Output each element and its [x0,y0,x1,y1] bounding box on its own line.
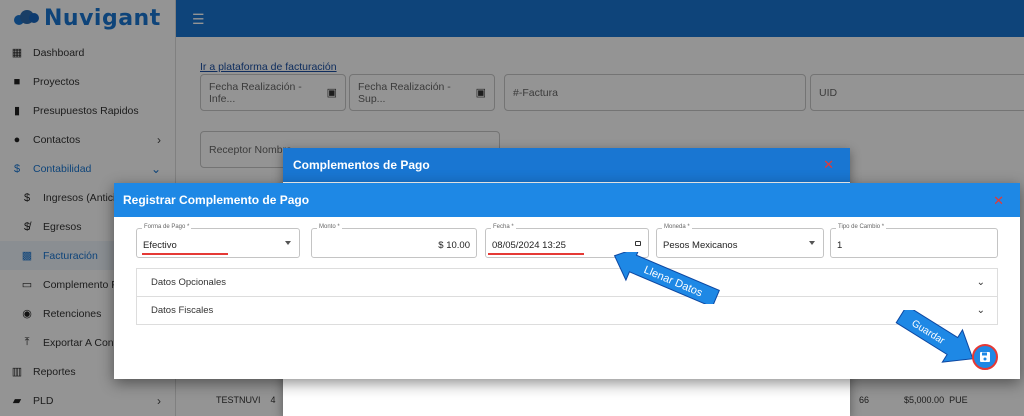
guardar-annotation: Guardar [895,310,974,363]
llenar-datos-annotation: Llenar Datos [613,252,720,304]
dropdown-arrow-icon [285,241,291,245]
field-label: Monto * [317,224,342,230]
field-value: Pesos Mexicanos [663,240,738,251]
field-label: Moneda * [662,224,692,230]
field-label: Fecha * [491,224,516,230]
datos-opcionales-accordion[interactable]: Datos Opcionales ⌄ [136,268,998,297]
accordion-label: Datos Fiscales [151,305,214,316]
dropdown-arrow-icon [809,241,815,245]
datos-fiscales-accordion[interactable]: Datos Fiscales ⌄ [136,296,998,325]
field-label: Tipo de Cambio * [836,224,887,230]
field-value: 08/05/2024 13:25 [492,240,566,251]
chevron-down-icon[interactable]: ⌄ [977,277,985,288]
close-icon[interactable]: ✕ [993,193,1004,209]
dialog-title: Complementos de Pago [283,148,850,182]
floppy-disk-icon [980,352,990,362]
close-icon[interactable]: ✕ [823,157,834,173]
monto-input[interactable]: Monto * $ 10.00 [311,224,477,258]
dialog-title: Registrar Complemento de Pago [114,183,1020,217]
field-value: $ 10.00 [438,240,470,251]
tipo-cambio-input[interactable]: Tipo de Cambio * 1 [830,224,998,258]
field-value: 1 [837,240,843,251]
field-label: Forma de Pago * [142,224,192,230]
registrar-complemento-dialog: Registrar Complemento de Pago ✕ Forma de… [114,183,1020,379]
calendar-icon[interactable] [635,241,641,246]
field-value: Efectivo [143,240,177,251]
save-button[interactable] [972,344,998,370]
accordion-label: Datos Opcionales [151,277,226,288]
highlight-underline [142,253,228,255]
highlight-underline [488,253,584,255]
